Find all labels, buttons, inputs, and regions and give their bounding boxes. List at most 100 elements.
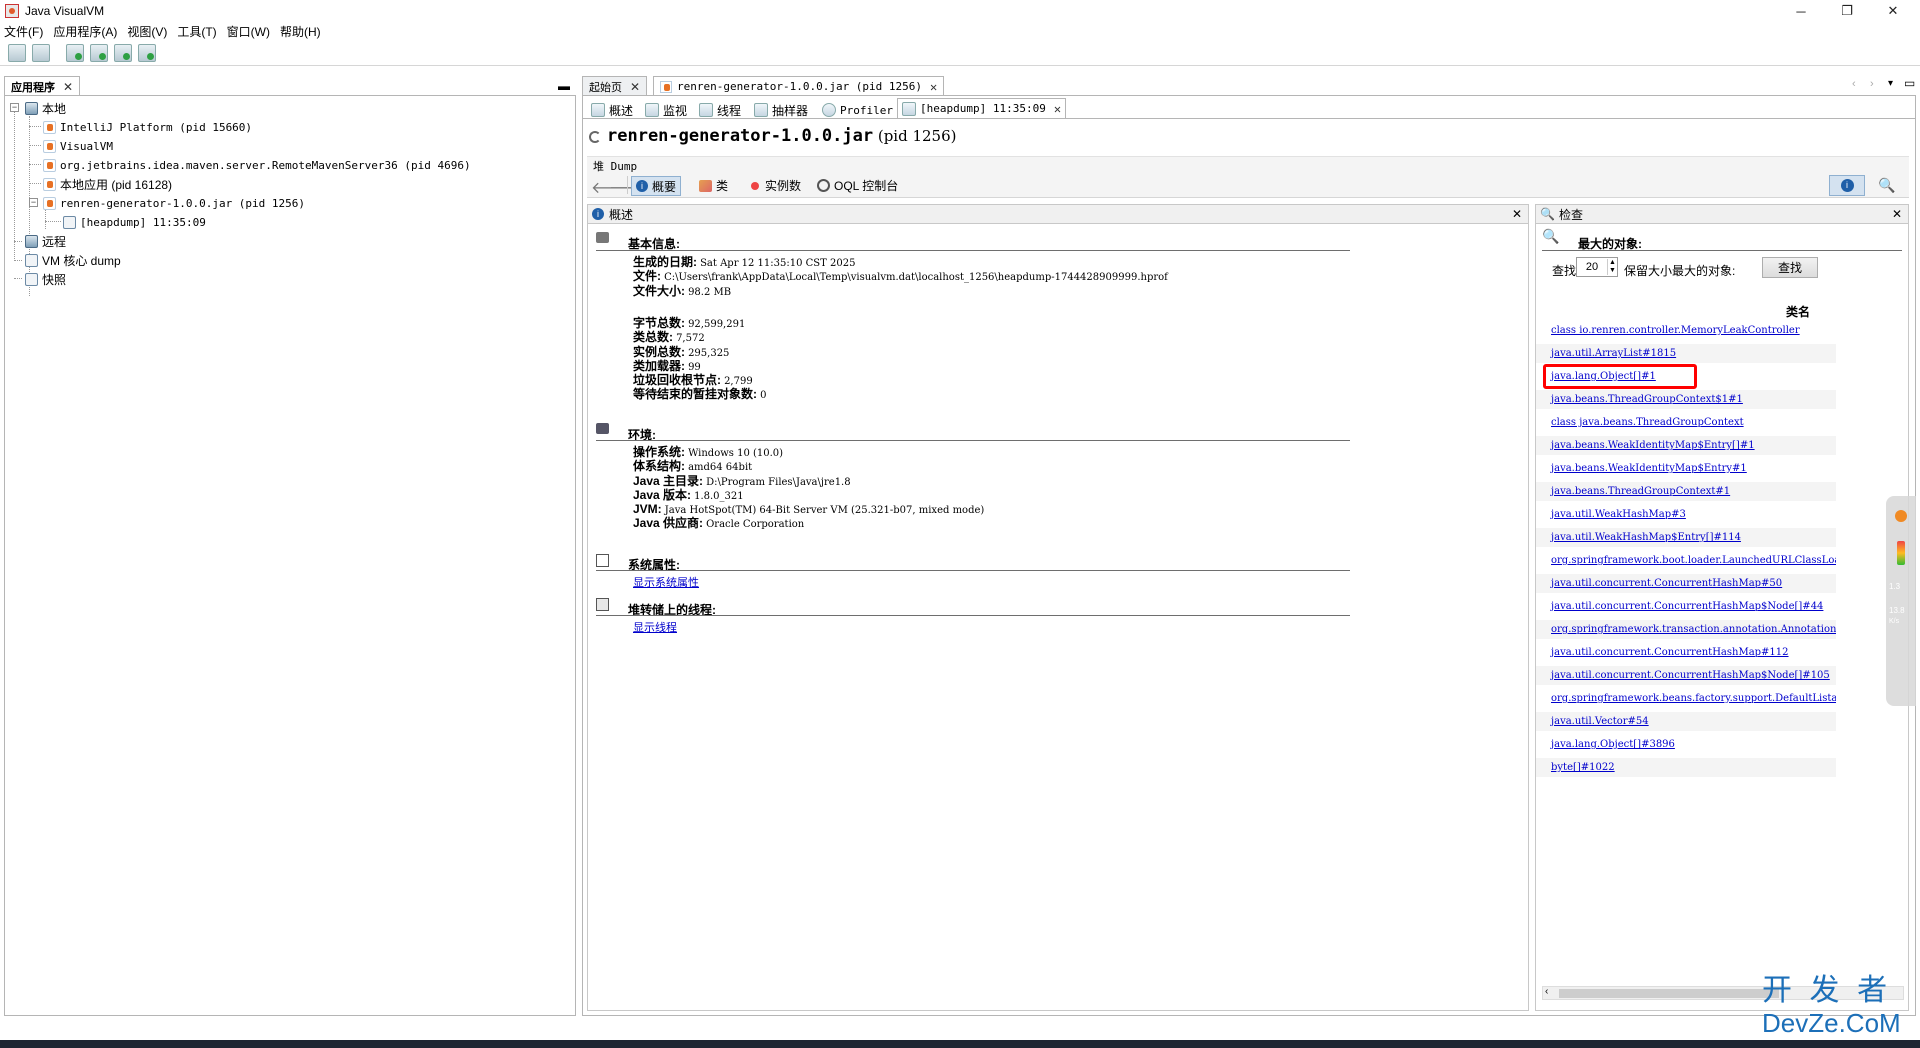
object-link[interactable]: java.util.concurrent.ConcurrentHashMap#5… <box>1551 578 1782 589</box>
tree-node-remote[interactable]: 远程 <box>25 233 66 249</box>
count-spinner[interactable]: 20 ▲ ▼ <box>1576 257 1618 277</box>
object-link[interactable]: java.util.concurrent.ConcurrentHashMap#1… <box>1551 647 1789 658</box>
minimize-button[interactable]: ─ <box>1778 0 1824 22</box>
result-row: java.util.ArrayList#1815 <box>1536 344 1836 363</box>
visualvm-app-icon <box>5 4 19 18</box>
object-link[interactable]: org.springframework.beans.factory.suppor… <box>1551 693 1836 704</box>
find-button[interactable]: 查找 <box>1762 257 1818 278</box>
tree-node-app[interactable]: org.jetbrains.idea.maven.server.RemoteMa… <box>43 157 471 173</box>
tab-overview[interactable]: 概述 <box>587 100 637 120</box>
close-icon[interactable]: ✕ <box>630 80 640 94</box>
close-icon[interactable]: ✕ <box>930 80 937 94</box>
object-link[interactable]: java.beans.ThreadGroupContext#1 <box>1551 486 1730 497</box>
show-threads-link[interactable]: 显示线程 <box>633 619 677 635</box>
inspect-panel: 🔍 最大的对象: 查找 20 ▲ ▼ 保留大小最大的对象: 查找 类名 class… <box>1535 224 1909 1011</box>
object-link[interactable]: java.beans.WeakIdentityMap$Entry#1 <box>1551 463 1747 474</box>
maximize-window-icon[interactable]: ▭ <box>1904 76 1915 90</box>
object-link[interactable]: java.util.WeakHashMap$Entry[]#114 <box>1551 532 1741 543</box>
nav-instances-label: 实例数 <box>765 179 802 193</box>
count-value[interactable]: 20 <box>1577 261 1607 273</box>
object-link[interactable]: byte[]#1022 <box>1551 762 1615 773</box>
app-main-panel: 概述 监视 线程 抽样器 Profiler [heapdump] 11:35:0… <box>582 95 1916 1016</box>
tab-list-icon[interactable]: ▾ <box>1888 78 1893 89</box>
tab-threads[interactable]: 线程 <box>695 100 745 120</box>
menu-applications[interactable]: 应用程序(A) <box>53 23 117 40</box>
object-link[interactable]: java.util.WeakHashMap#3 <box>1551 509 1686 520</box>
spinner-arrows-icon[interactable]: ▲ ▼ <box>1607 259 1617 275</box>
tree-node-local[interactable]: 本地 <box>25 100 66 116</box>
scrollbar-thumb[interactable] <box>1559 989 1779 998</box>
tree-node-app[interactable]: IntelliJ Platform (pid 15660) <box>43 119 252 135</box>
close-icon[interactable]: ✕ <box>1892 207 1902 221</box>
tab-monitor[interactable]: 监视 <box>641 100 691 120</box>
menu-view[interactable]: 视图(V) <box>127 23 167 40</box>
tab-applications-label: 应用程序 <box>11 81 55 94</box>
add-vm-coredump-icon[interactable] <box>114 43 132 62</box>
java-home-value: D:\Program Files\Java\jre1.8 <box>706 476 851 488</box>
result-row: java.beans.WeakIdentityMap$Entry#1 <box>1536 459 1836 478</box>
show-inspect-toggle[interactable]: 🔍 <box>1869 175 1905 196</box>
menu-tools[interactable]: 工具(T) <box>177 23 216 40</box>
add-jmx-connection-icon[interactable] <box>90 43 108 62</box>
widget-meter-icon <box>1897 541 1905 565</box>
tree-node-app[interactable]: renren-generator-1.0.0.jar (pid 1256) <box>43 195 305 211</box>
file-path-value: C:\Users\frank\AppData\Local\Temp\visual… <box>664 272 1168 284</box>
restore-button[interactable]: ❐ <box>1824 0 1870 22</box>
object-link[interactable]: java.lang.Object[]#3896 <box>1551 739 1675 750</box>
object-link[interactable]: java.beans.WeakIdentityMap$Entry[]#1 <box>1551 440 1755 451</box>
show-system-properties-link[interactable]: 显示系统属性 <box>633 574 699 590</box>
collapse-app-icon[interactable]: − <box>29 198 38 207</box>
scroll-tabs-left-icon[interactable]: ‹ <box>1852 78 1856 90</box>
object-link[interactable]: class java.beans.ThreadGroupContext <box>1551 417 1744 428</box>
nav-classes-button[interactable]: 类 <box>699 177 728 194</box>
save-icon[interactable] <box>32 43 50 62</box>
tab-applications[interactable]: 应用程序 ✕ <box>4 76 81 96</box>
minimize-panel-icon[interactable]: ▬ <box>558 79 570 93</box>
show-summary-toggle[interactable]: i <box>1829 175 1865 196</box>
nav-summary-button[interactable]: i 概要 <box>631 176 682 196</box>
object-link[interactable]: java.util.ArrayList#1815 <box>1551 348 1676 359</box>
scroll-left-icon[interactable]: ‹ <box>1545 986 1548 997</box>
os-value: Windows 10 (10.0) <box>688 448 784 459</box>
tab-heapdump[interactable]: [heapdump] 11:35:09 ✕ <box>897 98 1067 118</box>
close-icon[interactable]: ✕ <box>63 80 73 94</box>
menu-file[interactable]: 文件(F) <box>4 23 43 40</box>
object-link[interactable]: java.util.concurrent.ConcurrentHashMap$N… <box>1551 601 1823 612</box>
menu-help[interactable]: 帮助(H) <box>280 23 321 40</box>
tab-app-renren[interactable]: renren-generator-1.0.0.jar (pid 1256) ✕ <box>653 76 945 96</box>
add-remote-host-icon[interactable] <box>66 43 84 62</box>
close-icon[interactable]: ✕ <box>1054 102 1061 116</box>
object-link[interactable]: class io.renren.controller.MemoryLeakCon… <box>1551 325 1800 336</box>
collapse-local-icon[interactable]: − <box>10 103 19 112</box>
tree-node-app[interactable]: 本地应用 (pid 16128) <box>43 176 172 192</box>
object-link[interactable]: java.util.concurrent.ConcurrentHashMap$N… <box>1551 670 1830 681</box>
close-button[interactable]: ✕ <box>1870 0 1916 22</box>
tree-node-app[interactable]: VisualVM <box>43 138 113 154</box>
tab-sampler[interactable]: 抽样器 <box>750 100 812 120</box>
gc-roots-value: 2,799 <box>724 376 753 388</box>
object-link[interactable]: org.springframework.boot.loader.Launched… <box>1551 555 1836 566</box>
search-icon: 🔍 <box>1540 207 1555 221</box>
nav-oql-button[interactable]: OQL 控制台 <box>817 177 898 194</box>
scroll-tabs-right-icon[interactable]: › <box>1870 78 1874 90</box>
tab-start-page[interactable]: 起始页 ✕ <box>582 76 648 96</box>
app-header-pid: (pid 1256) <box>877 127 957 145</box>
object-link[interactable]: org.springframework.transaction.annotati… <box>1551 624 1836 635</box>
object-link[interactable]: java.beans.ThreadGroupContext$1#1 <box>1551 394 1743 405</box>
find-button-label: 查找 <box>1777 261 1802 275</box>
environment-list: 操作系统: Windows 10 (10.0) 体系结构: amd64 64bi… <box>633 446 984 532</box>
info-key: Java 主目录: <box>633 473 704 488</box>
menu-window[interactable]: 窗口(W) <box>227 23 270 40</box>
tree-node-app-label: renren-generator-1.0.0.jar (pid 1256) <box>60 196 306 210</box>
tree-node-heapdump[interactable]: [heapdump] 11:35:09 <box>63 214 206 230</box>
nav-instances-button[interactable]: 实例数 <box>751 177 801 194</box>
tree-node-snapshot[interactable]: 快照 <box>25 271 66 287</box>
tab-profiler[interactable]: Profiler <box>818 100 897 120</box>
tree-node-vm-core[interactable]: VM 核心 dump <box>25 252 121 268</box>
close-icon[interactable]: ✕ <box>1512 207 1522 221</box>
open-heapdump-icon[interactable] <box>8 43 26 62</box>
tab-threads-label: 线程 <box>717 103 742 118</box>
object-link[interactable]: java.util.Vector#54 <box>1551 716 1649 727</box>
tree-node-heapdump-label: [heapdump] 11:35:09 <box>80 215 206 229</box>
add-snapshot-icon[interactable] <box>138 43 156 62</box>
